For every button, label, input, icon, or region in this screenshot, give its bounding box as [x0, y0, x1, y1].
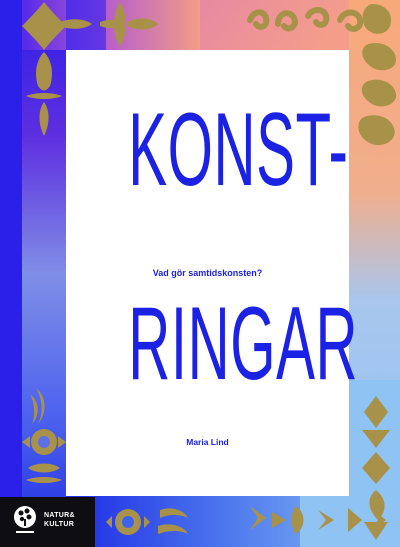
- publisher-name: NATUR& KULTUR: [44, 511, 75, 529]
- subtitle: Vad gör samtidskonsten?: [152, 268, 263, 278]
- publisher-badge: NATUR& KULTUR: [0, 497, 95, 547]
- publisher-name-line-1: NATUR&: [44, 512, 75, 519]
- book-cover: KONST- Vad gör samtidskonsten? RINGAR Ma…: [0, 0, 400, 547]
- tree-logo-icon: [14, 506, 36, 533]
- ornament-left-lower: [22, 388, 66, 483]
- title-line-1: KONST-: [128, 92, 349, 208]
- title-line-2: RINGAR: [128, 286, 359, 402]
- author-name: Maria Lind: [186, 437, 229, 447]
- title-panel: KONST- Vad gör samtidskonsten? RINGAR Ma…: [66, 50, 359, 496]
- publisher-name-line-2: KULTUR: [44, 521, 75, 528]
- ornament-bottom: [106, 506, 386, 535]
